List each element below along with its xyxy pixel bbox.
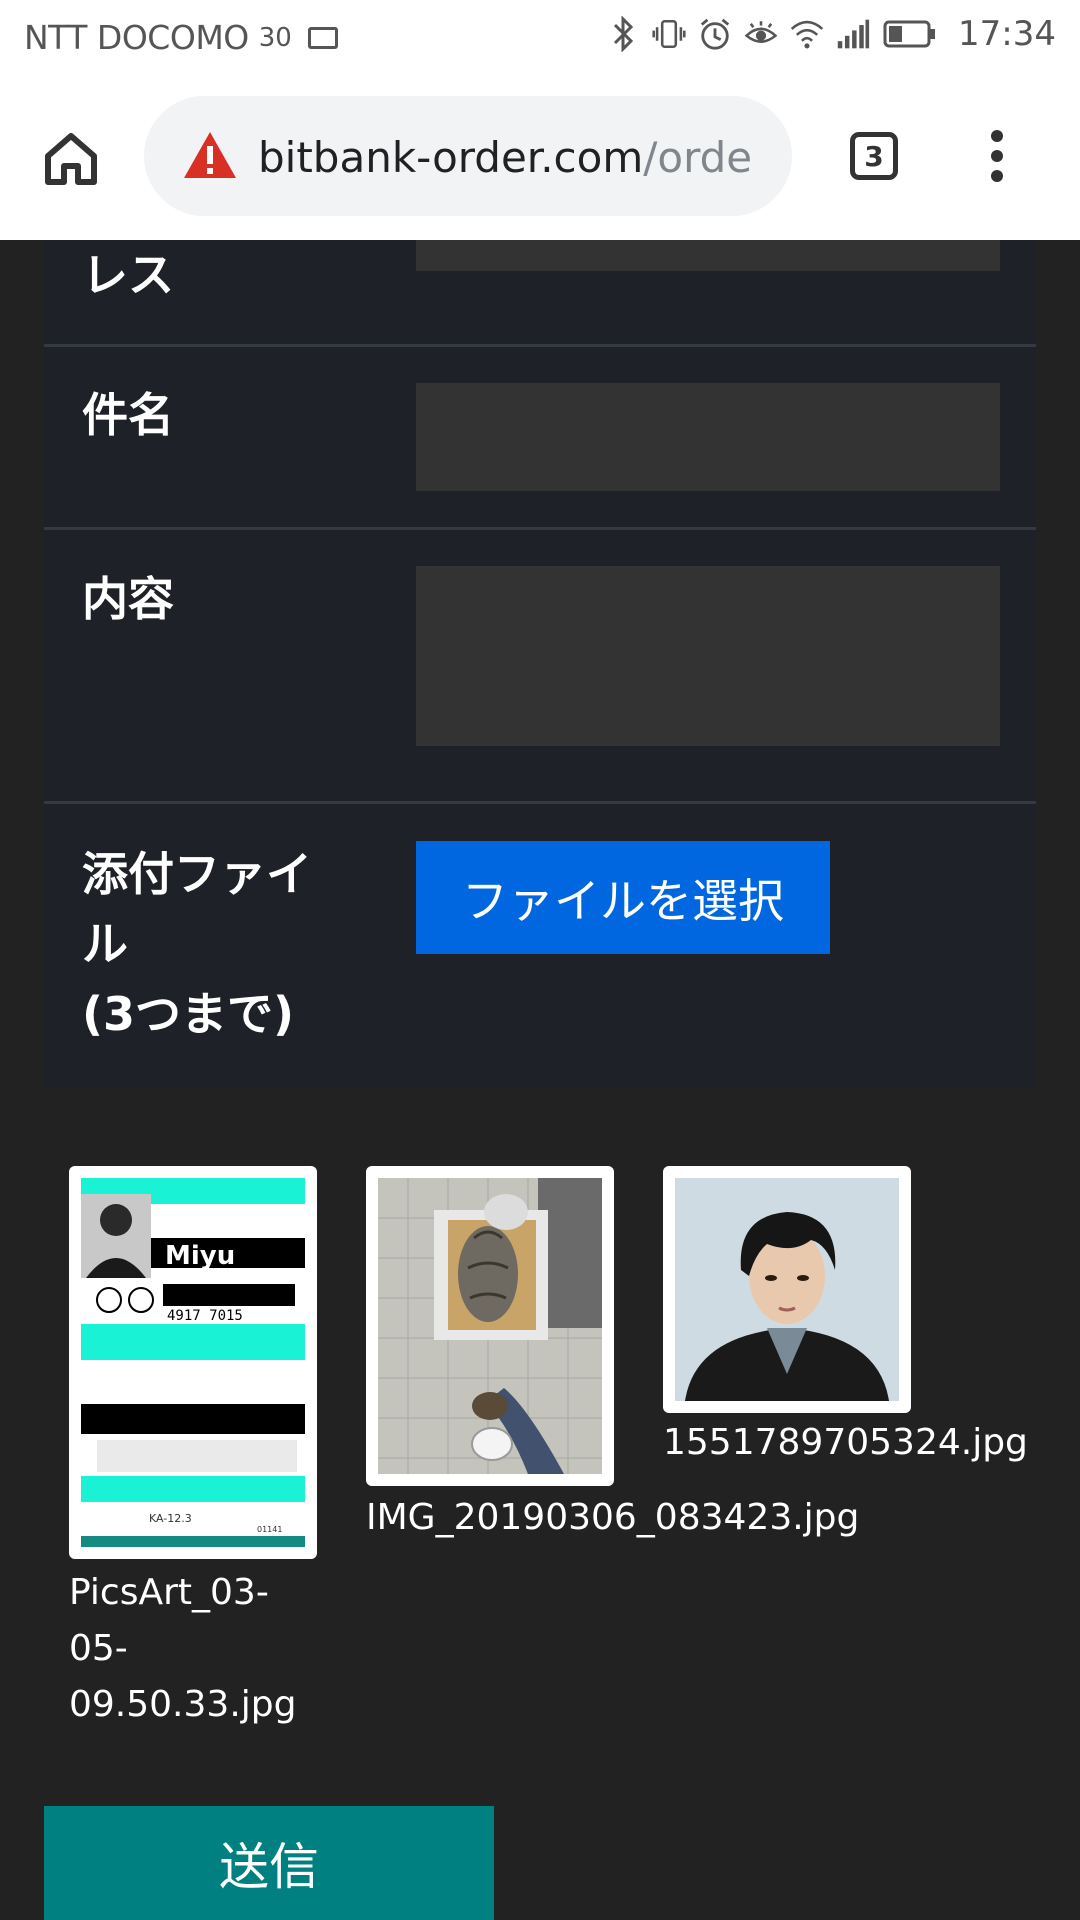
barcode-number-text: 4917 7015 bbox=[167, 1308, 243, 1324]
home-icon bbox=[45, 133, 97, 185]
browser-toolbar: bitbank-order.com/orde 3 bbox=[0, 76, 1080, 240]
row-divider bbox=[44, 801, 1036, 804]
email-address-field[interactable] bbox=[416, 240, 1000, 271]
attachment-label-line: 添付ファイ bbox=[82, 847, 312, 901]
more-menu-button[interactable] bbox=[982, 130, 1012, 186]
alarm-icon bbox=[698, 14, 732, 54]
content-textarea[interactable] bbox=[416, 566, 1000, 746]
code-label-text: KA-12.3 bbox=[149, 1512, 192, 1525]
attachment-thumbnail-3 bbox=[663, 1166, 911, 1413]
bluetooth-icon bbox=[606, 14, 640, 54]
caption-line: 1551789705324.jpg bbox=[663, 1422, 1028, 1463]
choose-file-button[interactable]: ファイルを選択 bbox=[416, 841, 830, 954]
url-domain: bitbank-order.com bbox=[258, 133, 644, 182]
attachment-caption-2: IMG_20190306_083423.jpg bbox=[366, 1490, 859, 1546]
menu-dot-icon bbox=[991, 170, 1003, 182]
attachment-label-line: (3つまで) bbox=[82, 987, 295, 1041]
caption-line: PicsArt_03- bbox=[69, 1572, 269, 1613]
mail-notification-icon bbox=[307, 26, 338, 49]
carrier-extra: 30 bbox=[258, 22, 292, 53]
vibrate-icon bbox=[652, 14, 686, 54]
caption-line: IMG_20190306_083423.jpg bbox=[366, 1497, 860, 1538]
attachment-label-line: ル bbox=[82, 917, 128, 971]
menu-dot-icon bbox=[991, 130, 1003, 142]
subject-label: 件名 bbox=[82, 388, 174, 442]
attachment-label: 添付ファイ ル (3つまで) bbox=[82, 839, 312, 1049]
menu-dot-icon bbox=[991, 150, 1003, 162]
content-label: 内容 bbox=[82, 572, 174, 626]
attachment-caption-1: PicsArt_03- 05- 09.50.33.jpg bbox=[69, 1565, 296, 1733]
cat-photo-image bbox=[378, 1178, 602, 1474]
subject-input[interactable] bbox=[416, 383, 1000, 491]
row-divider bbox=[44, 344, 1036, 347]
battery-icon bbox=[882, 14, 938, 54]
code-number-text: 01141 bbox=[257, 1525, 282, 1534]
status-bar: NTT DOCOMO 30 17:34 bbox=[0, 0, 1080, 76]
submit-button[interactable]: 送信 bbox=[44, 1806, 494, 1920]
row-divider bbox=[44, 527, 1036, 530]
tab-switcher-button[interactable]: 3 bbox=[850, 132, 898, 180]
id-card-name-text: Miyu bbox=[165, 1241, 235, 1271]
id-card-image: Miyu 4917 7015 KA-12.3 01141 bbox=[81, 1178, 305, 1547]
address-bar[interactable]: bitbank-order.com/orde bbox=[144, 96, 792, 216]
attachment-thumbnail-1: Miyu 4917 7015 KA-12.3 01141 bbox=[69, 1166, 317, 1559]
attachment-caption-3: 1551789705324.jpg bbox=[663, 1415, 1028, 1471]
caption-line: 05- bbox=[69, 1628, 128, 1669]
clock: 17:34 bbox=[958, 14, 1056, 54]
home-button[interactable] bbox=[40, 128, 102, 190]
email-address-label: レス bbox=[82, 248, 174, 302]
signal-icon bbox=[836, 14, 870, 54]
attachment-thumbnail-2 bbox=[366, 1166, 614, 1486]
contact-form: レス 件名 内容 添付ファイ ル (3つまで) ファイルを選択 bbox=[44, 240, 1036, 1088]
portrait-photo-image bbox=[675, 1178, 899, 1401]
carrier-name: NTT DOCOMO bbox=[24, 18, 249, 57]
wifi-icon bbox=[790, 14, 824, 54]
eye-comfort-icon bbox=[744, 14, 778, 54]
url-path: /orde bbox=[643, 133, 753, 182]
not-secure-warning-icon[interactable] bbox=[182, 130, 238, 180]
url-text[interactable]: bitbank-order.com/orde bbox=[258, 130, 768, 186]
caption-line: 09.50.33.jpg bbox=[69, 1684, 297, 1725]
